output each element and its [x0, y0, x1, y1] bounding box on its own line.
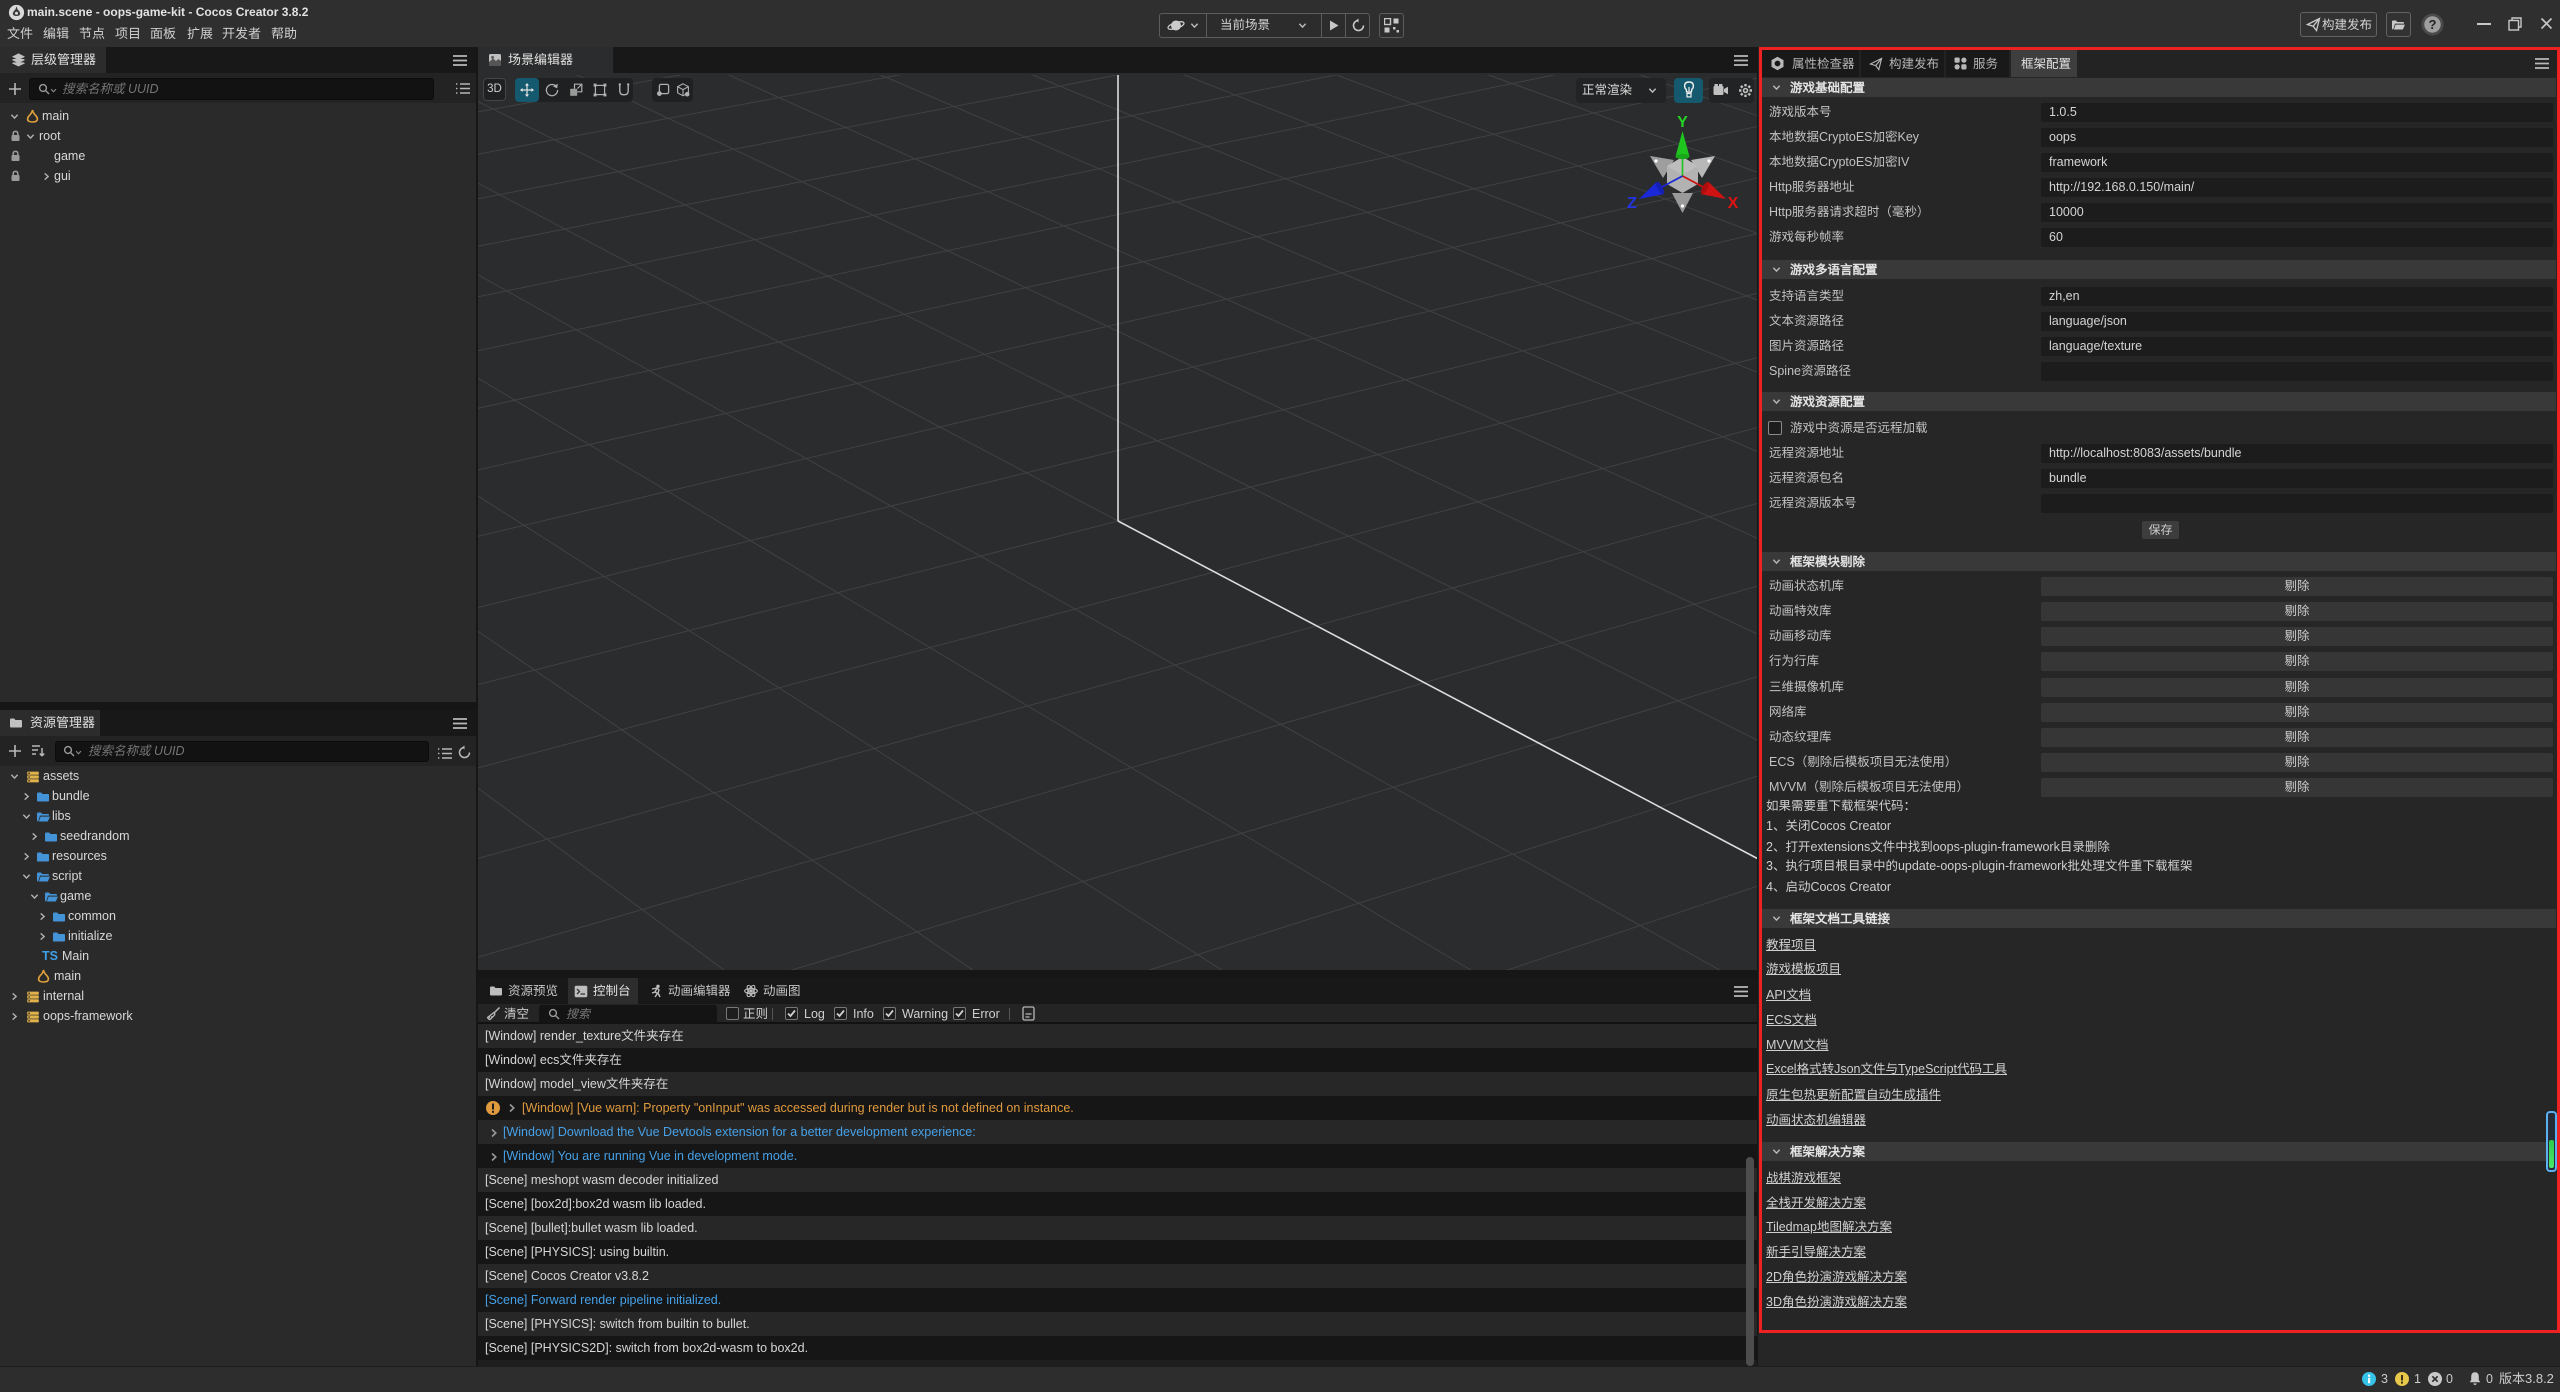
svg-text:Y: Y [1677, 114, 1688, 131]
svg-text:X: X [1728, 195, 1739, 212]
svg-text:?: ? [2429, 17, 2437, 32]
svg-text:Z: Z [1627, 195, 1637, 212]
